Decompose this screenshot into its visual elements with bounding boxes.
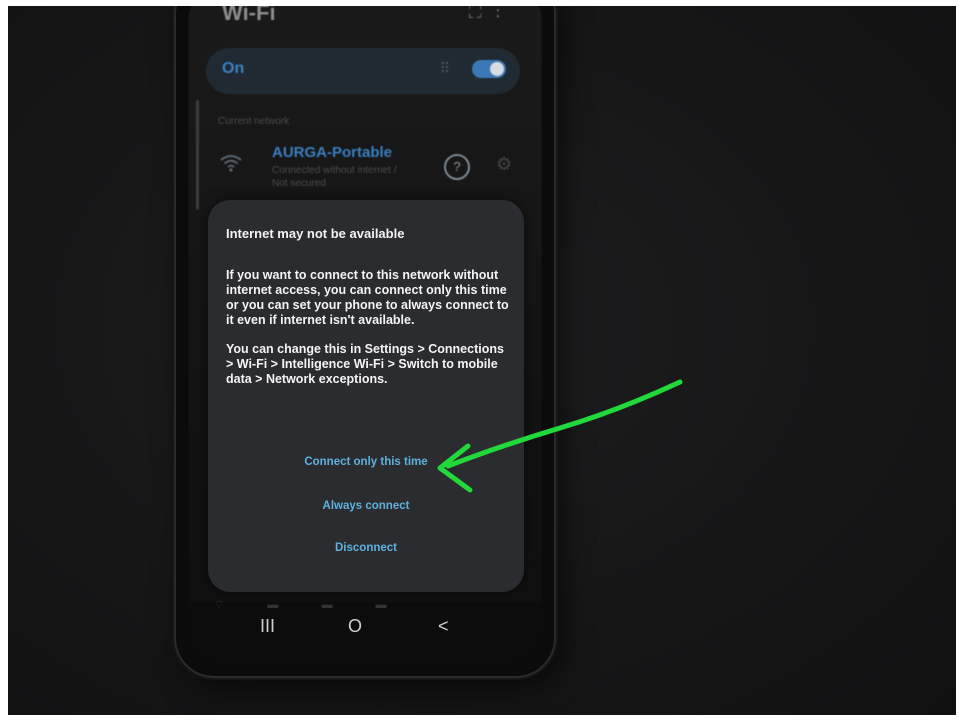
background-icons: ⌔ ▬ ▬ ▬ (214, 599, 407, 611)
header-actions[interactable]: ⛶⋮ (469, 6, 514, 23)
more-options-icon[interactable]: ⋮ (496, 6, 515, 22)
home-button[interactable]: O (348, 616, 362, 637)
qr-icon[interactable]: ⠿ (440, 60, 450, 77)
back-button[interactable]: < (438, 616, 449, 637)
wifi-toggle-row[interactable]: On ⠿ (206, 48, 520, 94)
gear-icon[interactable]: ⚙ (496, 154, 512, 175)
dialog-paragraph: You can change this in Settings > Connec… (226, 342, 504, 386)
toggle-knob (490, 62, 504, 76)
network-name: AURGA-Portable (272, 144, 393, 161)
connect-only-this-time-button[interactable]: Connect only this time (208, 456, 524, 468)
help-icon[interactable]: ? (444, 154, 470, 180)
wifi-toggle-switch[interactable] (472, 60, 506, 78)
dialog-paragraph: If you want to connect to this network w… (226, 268, 509, 327)
scan-icon[interactable]: ⛶ (469, 6, 496, 22)
internet-warning-dialog: Internet may not be available If you wan… (208, 200, 524, 592)
network-item-current[interactable]: AURGA-Portable Connected without interne… (206, 142, 526, 204)
section-label: Current network (218, 116, 290, 127)
page-title: Wi-Fi (222, 6, 276, 25)
disconnect-button[interactable]: Disconnect (208, 542, 524, 554)
photo-background: Wi-Fi ⛶⋮ On ⠿ Current network AURGA-Port… (8, 6, 956, 715)
dialog-body: If you want to connect to this network w… (226, 268, 510, 401)
navigation-bar: ⌔ ▬ ▬ ▬ III O < (188, 599, 542, 662)
scrollbar[interactable] (196, 100, 199, 210)
wifi-icon (220, 154, 242, 178)
phone-screen: Wi-Fi ⛶⋮ On ⠿ Current network AURGA-Port… (188, 6, 542, 662)
phone-device: Wi-Fi ⛶⋮ On ⠿ Current network AURGA-Port… (176, 6, 554, 676)
dialog-title: Internet may not be available (226, 226, 405, 241)
recents-button[interactable]: III (260, 616, 275, 637)
toggle-label: On (222, 60, 245, 77)
network-status: Connected without internet / Not secured (272, 165, 397, 189)
always-connect-button[interactable]: Always connect (208, 500, 524, 512)
